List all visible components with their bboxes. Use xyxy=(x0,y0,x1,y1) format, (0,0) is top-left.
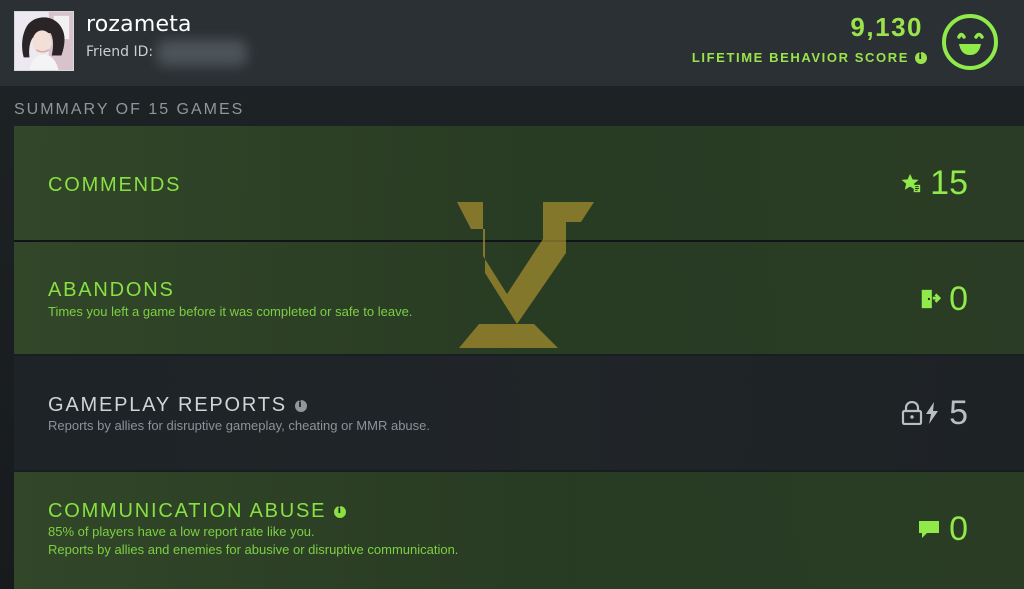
communication-abuse-title-row: COMMUNICATION ABUSE xyxy=(48,500,347,523)
chat-bubble-icon xyxy=(919,521,940,538)
gameplay-reports-subtitle: Reports by allies for disruptive gamepla… xyxy=(48,418,430,433)
lock-lightning-icon xyxy=(901,401,939,425)
gameplay-reports-value: 5 xyxy=(949,394,968,432)
behavior-summary-screen: rozameta Friend ID: 9,130 LIFETIME BEHAV… xyxy=(0,0,1024,589)
gameplay-reports-card: GAMEPLAY REPORTS Reports by allies for d… xyxy=(14,356,1024,470)
happy-face-icon xyxy=(942,14,998,70)
door-exit-icon xyxy=(921,289,942,309)
avatar[interactable] xyxy=(14,11,74,71)
info-icon[interactable] xyxy=(334,505,347,518)
abandons-value: 0 xyxy=(949,280,968,318)
abandons-card: ABANDONS Times you left a game before it… xyxy=(14,242,1024,354)
avatar-image xyxy=(15,12,73,70)
communication-abuse-card: COMMUNICATION ABUSE 85% of players have … xyxy=(14,472,1024,589)
behavior-score: 9,130 xyxy=(850,12,923,42)
blurred-friend-id xyxy=(157,40,247,66)
summary-title: SUMMARY OF 15 GAMES xyxy=(14,101,245,118)
communication-abuse-metric: 0 xyxy=(917,512,968,546)
communication-abuse-title: COMMUNICATION ABUSE xyxy=(48,500,327,522)
info-icon[interactable] xyxy=(915,51,927,64)
profile-header: rozameta Friend ID: 9,130 LIFETIME BEHAV… xyxy=(0,0,1024,86)
abandons-subtitle: Times you left a game before it was comp… xyxy=(48,304,413,319)
commends-card: COMMENDS 15 xyxy=(14,126,1024,240)
friend-id-label: Friend ID: xyxy=(86,44,154,60)
behavior-score-label-row: LIFETIME BEHAVIOR SCORE xyxy=(692,50,927,65)
gameplay-reports-metric: 5 xyxy=(901,396,968,430)
commends-title: COMMENDS xyxy=(48,174,182,196)
gameplay-reports-title: GAMEPLAY REPORTS xyxy=(48,394,287,416)
commend-star-icon xyxy=(901,173,921,193)
username: rozameta xyxy=(86,12,192,37)
gameplay-reports-title-row: GAMEPLAY REPORTS xyxy=(48,394,307,417)
abandons-metric: 0 xyxy=(919,282,968,316)
commends-value: 15 xyxy=(930,164,968,202)
abandons-title: ABANDONS xyxy=(48,279,175,301)
communication-abuse-subtitle-2: Reports by allies and enemies for abusiv… xyxy=(48,542,459,557)
communication-abuse-subtitle-1: 85% of players have a low report rate li… xyxy=(48,524,315,539)
commends-metric: 15 xyxy=(900,166,968,200)
communication-abuse-value: 0 xyxy=(949,510,968,548)
info-icon[interactable] xyxy=(294,399,307,412)
behavior-score-label: LIFETIME BEHAVIOR SCORE xyxy=(691,50,909,65)
